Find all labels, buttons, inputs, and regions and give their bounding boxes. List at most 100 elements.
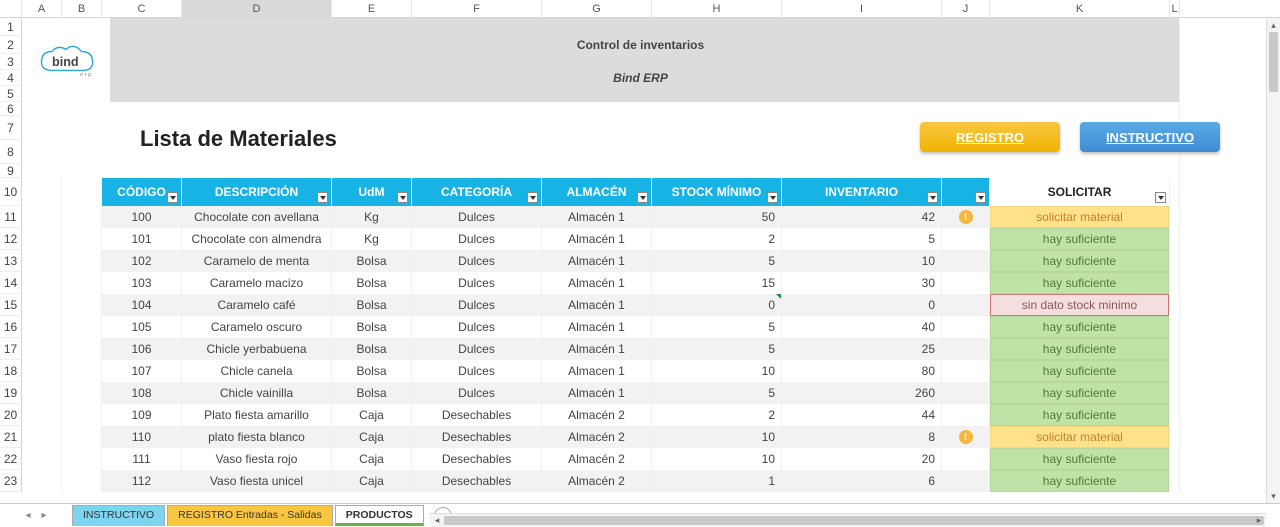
table-cell[interactable]: Caramelo de menta	[182, 250, 332, 272]
table-cell[interactable]: Almacén 2	[542, 448, 652, 470]
table-row[interactable]: 19108Chicle vainillaBolsaDulcesAlmacén 1…	[0, 382, 1280, 404]
table-row[interactable]: 23112Vaso fiesta unicelCajaDesechablesAl…	[0, 470, 1280, 492]
table-cell[interactable]: 110	[102, 426, 182, 448]
row-number[interactable]: 12	[0, 228, 22, 250]
column-header-C[interactable]: C	[102, 0, 182, 18]
column-header-H[interactable]: H	[652, 0, 782, 18]
table-cell[interactable]: Caramelo oscuro	[182, 316, 332, 338]
row-number[interactable]: 10	[0, 178, 22, 206]
column-header-categoria[interactable]: CATEGORÍA	[412, 178, 542, 206]
sheet-tab[interactable]: INSTRUCTIVO	[72, 505, 165, 526]
column-header-B[interactable]: B	[62, 0, 102, 18]
row-number[interactable]: 2	[0, 36, 22, 54]
row-number[interactable]: 15	[0, 294, 22, 316]
table-cell[interactable]: 20	[782, 448, 942, 470]
table-cell[interactable]: 5	[782, 228, 942, 250]
column-header-udm[interactable]: UdM	[332, 178, 412, 206]
filter-arrow-icon[interactable]	[317, 192, 328, 203]
table-cell[interactable]: 5	[652, 316, 782, 338]
row-number[interactable]: 13	[0, 250, 22, 272]
column-header-F[interactable]: F	[412, 0, 542, 18]
table-cell[interactable]: Bolsa	[332, 250, 412, 272]
column-header-A[interactable]: A	[22, 0, 62, 18]
column-header-corner[interactable]	[0, 0, 22, 18]
tab-nav-prev[interactable]: ◂	[20, 510, 36, 521]
table-cell[interactable]: Almacén 2	[542, 426, 652, 448]
table-cell[interactable]: 104	[102, 294, 182, 316]
table-cell[interactable]: Vaso fiesta unicel	[182, 470, 332, 492]
column-header-stock_minimo[interactable]: STOCK MÍNIMO	[652, 178, 782, 206]
table-cell[interactable]: Dulces	[412, 250, 542, 272]
sheet-tab[interactable]: PRODUCTOS	[335, 505, 424, 526]
filter-arrow-icon[interactable]	[927, 192, 938, 203]
table-cell[interactable]: Caja	[332, 426, 412, 448]
table-cell[interactable]: Dulces	[412, 382, 542, 404]
column-header-solicitar[interactable]: SOLICITAR	[990, 178, 1170, 206]
status-cell[interactable]: sin dato stock minimo	[990, 294, 1170, 316]
table-cell[interactable]: 44	[782, 404, 942, 426]
table-row[interactable]: 12101Chocolate con almendraKgDulcesAlmac…	[0, 228, 1280, 250]
table-row[interactable]: 20109Plato fiesta amarilloCajaDesechable…	[0, 404, 1280, 426]
status-cell[interactable]: hay suficiente	[990, 448, 1170, 470]
table-cell[interactable]: Dulces	[412, 272, 542, 294]
column-header-J[interactable]: J	[942, 0, 990, 18]
status-cell[interactable]: hay suficiente	[990, 316, 1170, 338]
table-cell[interactable]: Vaso fiesta rojo	[182, 448, 332, 470]
column-header-descripcion[interactable]: DESCRIPCIÓN	[182, 178, 332, 206]
table-cell[interactable]: 5	[652, 338, 782, 360]
instructivo-button[interactable]: INSTRUCTIVO	[1080, 122, 1220, 152]
table-cell[interactable]: Kg	[332, 228, 412, 250]
table-cell[interactable]: Dulces	[412, 206, 542, 228]
table-cell[interactable]: Desechables	[412, 470, 542, 492]
table-cell[interactable]: 5	[652, 250, 782, 272]
table-cell[interactable]: 260	[782, 382, 942, 404]
tab-nav-next[interactable]: ▸	[36, 510, 52, 521]
column-header-almacen[interactable]: ALMACÉN	[542, 178, 652, 206]
table-cell[interactable]: Dulces	[412, 228, 542, 250]
table-cell[interactable]: 50	[652, 206, 782, 228]
status-cell[interactable]: solicitar material	[990, 426, 1170, 448]
row-number[interactable]: 23	[0, 470, 22, 492]
table-cell[interactable]: 103	[102, 272, 182, 294]
table-cell[interactable]: 2	[652, 228, 782, 250]
filter-arrow-icon[interactable]	[975, 192, 986, 203]
table-cell[interactable]: Caramelo macizo	[182, 272, 332, 294]
row-number[interactable]: 8	[0, 140, 22, 164]
table-cell[interactable]: 107	[102, 360, 182, 382]
table-cell[interactable]: Caja	[332, 404, 412, 426]
table-cell[interactable]: Almacén 1	[542, 228, 652, 250]
table-cell[interactable]: Chicle canela	[182, 360, 332, 382]
table-cell[interactable]: 112	[102, 470, 182, 492]
table-cell[interactable]: 42	[782, 206, 942, 228]
table-cell[interactable]: Bolsa	[332, 272, 412, 294]
row-number[interactable]: 19	[0, 382, 22, 404]
table-cell[interactable]: 80	[782, 360, 942, 382]
table-cell[interactable]: Caja	[332, 470, 412, 492]
table-cell[interactable]: Almacén 1	[542, 206, 652, 228]
table-row[interactable]: 16105Caramelo oscuroBolsaDulcesAlmacén 1…	[0, 316, 1280, 338]
row-number[interactable]: 4	[0, 70, 22, 86]
table-cell[interactable]: Almacén 1	[542, 272, 652, 294]
row-number[interactable]: 20	[0, 404, 22, 426]
row-number[interactable]: 7	[0, 116, 22, 140]
table-cell[interactable]: 5	[652, 382, 782, 404]
table-cell[interactable]: Dulces	[412, 338, 542, 360]
column-header-D[interactable]: D	[182, 0, 332, 18]
table-cell[interactable]: Almacen 1	[542, 360, 652, 382]
status-cell[interactable]: hay suficiente	[990, 382, 1170, 404]
table-cell[interactable]: Chicle yerbabuena	[182, 338, 332, 360]
filter-arrow-icon[interactable]	[767, 192, 778, 203]
table-cell[interactable]: 105	[102, 316, 182, 338]
table-cell[interactable]: Almacén 1	[542, 250, 652, 272]
status-cell[interactable]: hay suficiente	[990, 228, 1170, 250]
status-cell[interactable]: hay suficiente	[990, 404, 1170, 426]
table-cell[interactable]: Bolsa	[332, 338, 412, 360]
row-number[interactable]: 18	[0, 360, 22, 382]
row-number[interactable]: 1	[0, 18, 22, 36]
table-cell[interactable]: Bolsa	[332, 294, 412, 316]
table-cell[interactable]: 10	[652, 426, 782, 448]
table-cell[interactable]: 40	[782, 316, 942, 338]
table-row[interactable]: 21110plato fiesta blancoCajaDesechablesA…	[0, 426, 1280, 448]
column-header-G[interactable]: G	[542, 0, 652, 18]
table-cell[interactable]: Caramelo café	[182, 294, 332, 316]
